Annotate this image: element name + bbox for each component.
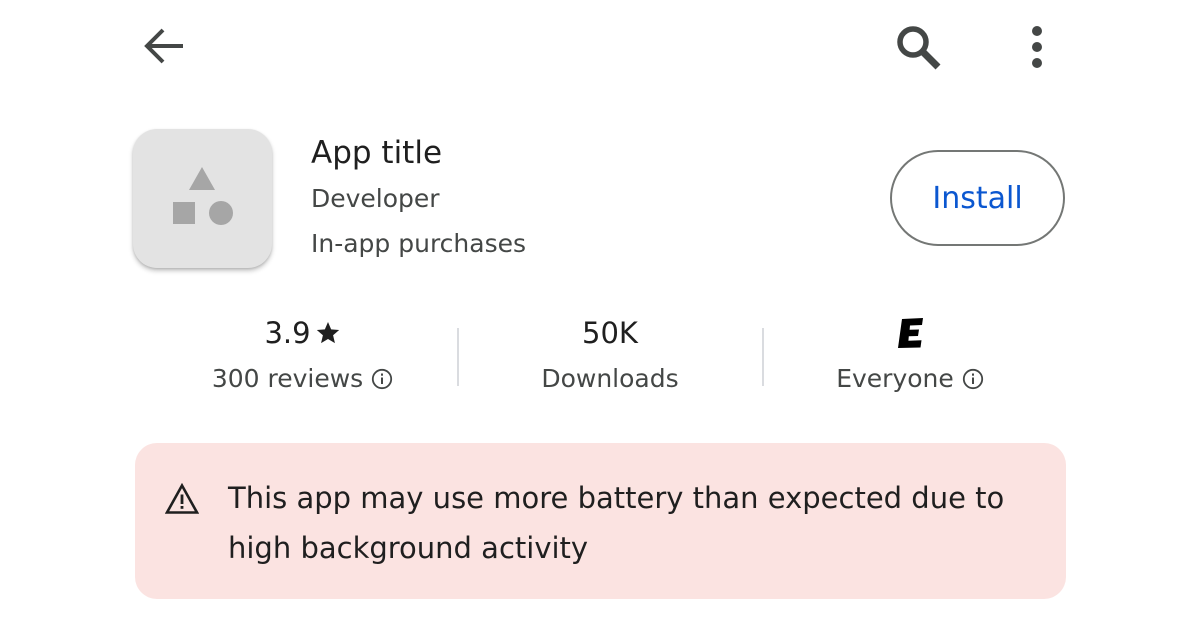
search-button[interactable] [888,18,950,76]
app-details-page: App title Developer In-app purchases Ins… [0,0,1200,630]
app-title: App title [311,135,443,171]
search-icon [897,26,941,70]
star-icon [316,321,339,344]
app-icon [133,129,272,268]
info-icon[interactable] [962,368,984,390]
downloads-label: Downloads [541,364,679,393]
arrow-back-icon [144,28,183,64]
more-options-button[interactable] [1016,18,1058,76]
app-placeholder-shapes-icon [173,167,233,225]
reviews-count-label: 300 reviews [211,364,364,393]
content-rating-stat[interactable]: Everyone [790,310,1030,399]
battery-warning-card: This app may use more battery than expec… [135,443,1066,599]
downloads-value: 50K [582,316,638,350]
downloads-stat: 50K Downloads [490,310,730,399]
info-icon[interactable] [371,368,393,390]
developer-name[interactable]: Developer [311,176,526,221]
install-button[interactable]: Install [890,150,1065,246]
back-button[interactable] [136,20,192,72]
app-info: App title Developer In-app purchases [311,130,526,266]
rating-value: 3.9 [264,316,311,350]
rating-stat[interactable]: 3.9 300 reviews [180,310,425,399]
stat-divider [457,328,459,386]
stat-divider [762,328,764,386]
warning-icon [165,483,199,514]
content-rating-label: Everyone [836,364,954,393]
warning-text: This app may use more battery than expec… [228,481,1005,565]
in-app-purchases-label: In-app purchases [311,229,527,258]
esrb-e-icon [898,318,923,348]
more-vert-icon [1032,26,1042,68]
